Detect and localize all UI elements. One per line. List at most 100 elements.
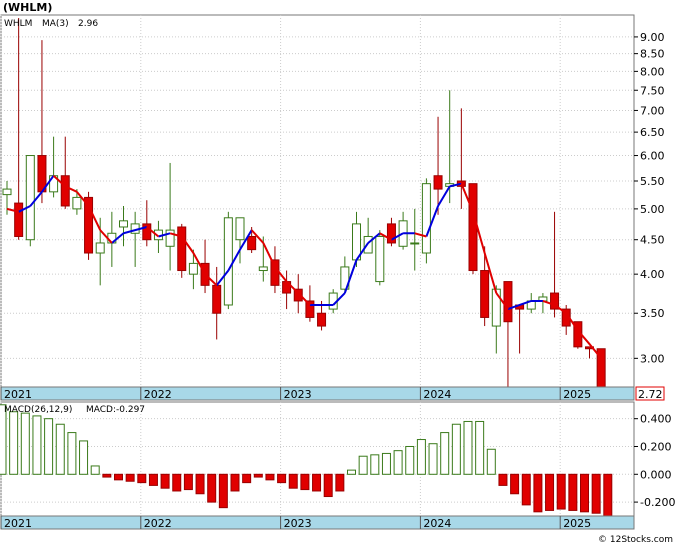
macd-bar <box>125 473 135 482</box>
macd-bar <box>44 418 54 475</box>
macd-bar <box>137 473 147 484</box>
macd-legend-label: MACD(26,12,9) <box>4 405 72 415</box>
year-label: 2022 <box>144 517 172 530</box>
macd-bar <box>172 473 182 492</box>
candle-body <box>363 235 373 254</box>
macd-bar <box>323 473 333 498</box>
candle-body <box>270 259 280 286</box>
candle-body <box>468 183 478 272</box>
macd-bar <box>288 473 298 489</box>
candle-body <box>317 312 327 327</box>
year-label: 2024 <box>423 388 451 401</box>
year-label: 2023 <box>284 517 312 530</box>
macd-bar <box>591 473 601 514</box>
price-tick-label: 5.50 <box>640 175 665 188</box>
price-panel <box>0 14 635 388</box>
price-tick-label: 7.00 <box>640 104 665 117</box>
candle-body <box>60 175 70 207</box>
candle-body <box>119 220 128 228</box>
macd-y-axis: 0.400 0.200 0.000 -0.200 <box>634 413 675 509</box>
macd-bar <box>556 473 566 510</box>
price-legend: WHLM MA(3) 2.96 <box>4 19 98 29</box>
price-tick-label: 5.00 <box>640 203 665 216</box>
legend-ma-label: MA(3) <box>42 19 69 29</box>
candle-body <box>247 235 257 251</box>
macd-tick-label: -0.200 <box>640 496 675 509</box>
macd-legend-value: MACD:-0.297 <box>86 405 145 415</box>
macd-bar <box>230 473 240 492</box>
macd-bar <box>533 473 543 513</box>
candle-body <box>503 281 513 323</box>
macd-bar <box>358 455 368 475</box>
macd-bar <box>370 454 380 475</box>
price-y-axis: 9.00 8.50 8.00 7.50 7.00 6.50 6.00 5.50 5.00 4.50… <box>634 31 665 365</box>
macd-bar <box>218 473 228 509</box>
candle-body <box>14 202 24 237</box>
candle-body <box>421 183 431 254</box>
macd-bar <box>277 473 287 484</box>
macd-bar <box>510 473 520 495</box>
macd-bar <box>160 473 170 489</box>
macd-bar <box>521 473 531 506</box>
price-tick-label: 7.50 <box>640 84 665 97</box>
candle-body <box>2 188 12 196</box>
macd-bar <box>498 473 508 486</box>
price-tick-label: 4.00 <box>640 268 665 281</box>
macd-bar <box>603 473 613 517</box>
price-tick-label: 6.00 <box>640 150 665 163</box>
candle-body <box>142 223 152 241</box>
candle-body <box>188 262 198 275</box>
macd-date-band <box>0 515 635 530</box>
macd-bar <box>451 423 461 475</box>
price-tick-label: 4.50 <box>640 234 665 247</box>
macd-bar <box>405 445 415 475</box>
price-tick-label: 3.50 <box>640 307 665 320</box>
macd-bar <box>580 473 589 513</box>
chart-title: (WHLM) <box>3 1 52 14</box>
macd-bar <box>335 473 345 492</box>
price-tick-label: 8.50 <box>640 48 665 61</box>
price-date-band <box>0 386 635 401</box>
candle-body <box>72 196 82 210</box>
macd-bar <box>32 415 42 475</box>
macd-bar <box>381 452 391 475</box>
macd-bar <box>90 465 100 475</box>
macd-bar <box>55 423 65 475</box>
year-label: 2021 <box>4 388 32 401</box>
macd-bar <box>102 473 112 478</box>
year-label: 2021 <box>4 517 32 530</box>
macd-bar <box>0 404 7 475</box>
macd-bar <box>347 469 356 475</box>
legend-symbol: WHLM <box>4 19 32 29</box>
candle-body <box>433 175 443 190</box>
macd-bar <box>545 473 555 511</box>
year-label: 2022 <box>144 388 172 401</box>
macd-bar <box>486 448 496 475</box>
candle-body <box>223 217 233 306</box>
macd-bar <box>475 420 485 475</box>
price-tick-label: 8.00 <box>640 65 665 78</box>
macd-bar <box>183 473 193 491</box>
last-price-label: 2.72 <box>638 388 663 401</box>
candle-body <box>386 223 396 244</box>
macd-bar <box>312 473 322 492</box>
stock-chart: (WHLM) 9.00 8.50 8.00 7.50 7.00 6.50 6.00 5.50 5… <box>0 1 675 545</box>
candle-body <box>235 217 245 241</box>
candle-body <box>25 155 35 241</box>
year-label: 2024 <box>423 517 451 530</box>
year-label: 2023 <box>284 388 312 401</box>
macd-tick-label: 0.200 <box>640 440 672 453</box>
candle-body <box>95 242 105 254</box>
macd-bar <box>9 411 19 475</box>
macd-bar <box>416 439 426 475</box>
candle-body <box>480 270 490 318</box>
year-label: 2025 <box>563 517 591 530</box>
legend-ma-value: 2.96 <box>78 19 98 29</box>
macd-bar <box>428 443 438 475</box>
candle-body <box>410 242 420 245</box>
macd-bar <box>148 473 158 486</box>
macd-bar <box>300 473 310 491</box>
price-tick-label: 3.00 <box>640 352 665 365</box>
macd-bar <box>568 473 578 511</box>
macd-bar <box>242 473 252 484</box>
